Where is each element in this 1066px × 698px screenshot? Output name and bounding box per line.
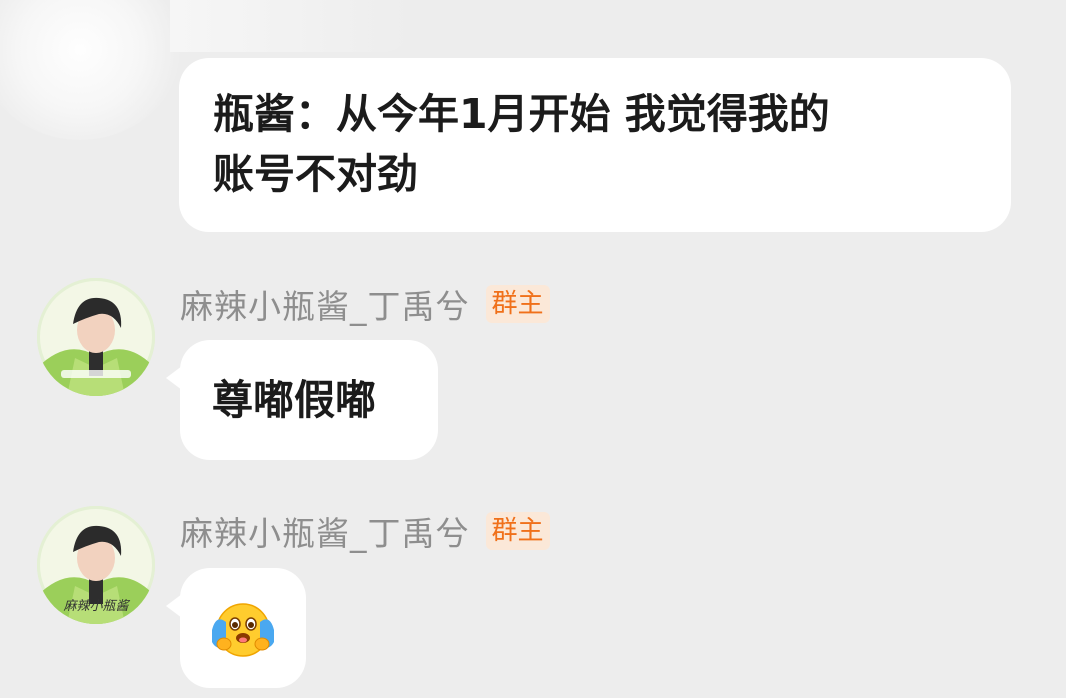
sender-header: 麻辣小瓶酱_丁禹兮 群主: [180, 282, 550, 326]
sender-header: 麻辣小瓶酱_丁禹兮 群主: [180, 509, 550, 553]
partial-sender-strip: [170, 0, 410, 52]
avatar[interactable]: [37, 278, 155, 396]
sender-name[interactable]: 麻辣小瓶酱_丁禹兮: [180, 280, 470, 328]
avatar[interactable]: 麻辣小瓶酱: [37, 506, 155, 624]
owner-badge: 群主: [485, 285, 550, 323]
message-bubble[interactable]: [166, 568, 306, 688]
message-text-line: 账号不对劲: [213, 150, 418, 198]
partial-avatar: [0, 0, 180, 140]
avatar-watermark: 麻辣小瓶酱: [63, 599, 130, 614]
message-text: 尊嘟假嘟: [212, 376, 376, 424]
crying-hugging-face-emoji: [212, 603, 274, 657]
bubble-tail: [166, 366, 182, 390]
message-text-line: 瓶酱：从今年1月开始 我觉得我的: [213, 90, 830, 138]
owner-badge: 群主: [485, 512, 550, 550]
sender-name[interactable]: 麻辣小瓶酱_丁禹兮: [180, 507, 470, 555]
chat-view: 瓶酱：从今年1月开始 我觉得我的 账号不对劲 麻辣小瓶酱_丁禹兮 群主 尊嘟假嘟: [0, 0, 1066, 698]
message-bubble[interactable]: 瓶酱：从今年1月开始 我觉得我的 账号不对劲: [179, 58, 1011, 232]
bubble-tail: [166, 594, 182, 618]
message-bubble[interactable]: 尊嘟假嘟: [166, 340, 438, 460]
